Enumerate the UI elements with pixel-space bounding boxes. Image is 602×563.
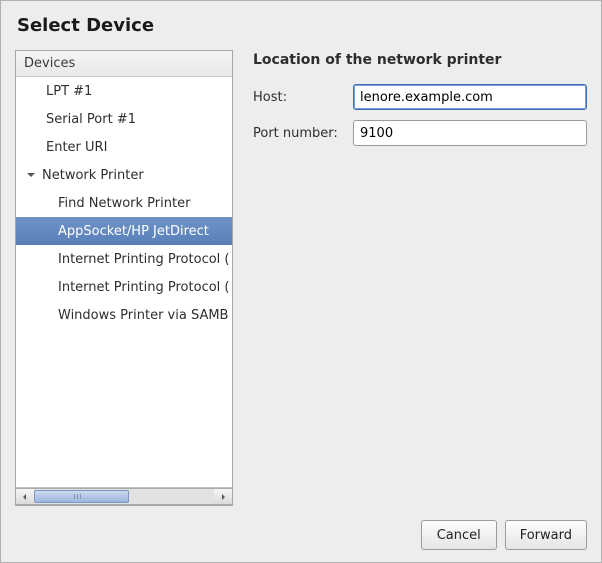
device-item-lpt1[interactable]: LPT #1 (16, 77, 232, 105)
device-item-serial1[interactable]: Serial Port #1 (16, 105, 232, 133)
device-item-label: Windows Printer via SAMB (58, 308, 228, 323)
device-item-label: Internet Printing Protocol ( (58, 280, 229, 295)
devices-tree: Devices LPT #1 Serial Port #1 Enter URI (15, 50, 233, 506)
device-item-label: Network Printer (42, 168, 144, 183)
device-item-find-network-printer[interactable]: Find Network Printer (16, 189, 232, 217)
device-item-network-printer[interactable]: Network Printer (16, 161, 232, 189)
cancel-button[interactable]: Cancel (421, 520, 497, 550)
device-item-label: Internet Printing Protocol ( (58, 252, 229, 267)
scroll-left-button[interactable] (16, 488, 34, 505)
port-label: Port number: (253, 126, 353, 141)
select-device-dialog: Select Device Devices LPT #1 Serial Port… (1, 1, 601, 562)
devices-tree-body[interactable]: LPT #1 Serial Port #1 Enter URI Network … (16, 77, 232, 487)
devices-horizontal-scrollbar[interactable] (16, 487, 232, 505)
forward-button[interactable]: Forward (505, 520, 587, 550)
device-item-ipp-1[interactable]: Internet Printing Protocol ( (16, 245, 232, 273)
device-item-enter-uri[interactable]: Enter URI (16, 133, 232, 161)
device-item-appsocket[interactable]: AppSocket/HP JetDirect (16, 217, 232, 245)
device-item-ipp-2[interactable]: Internet Printing Protocol ( (16, 273, 232, 301)
host-input[interactable] (353, 84, 587, 110)
scrollbar-thumb[interactable] (34, 490, 129, 503)
device-item-label: AppSocket/HP JetDirect (58, 224, 209, 239)
port-input[interactable] (353, 120, 587, 146)
device-item-samba[interactable]: Windows Printer via SAMB (16, 301, 232, 329)
scrollbar-track[interactable] (34, 488, 214, 505)
dialog-content: Devices LPT #1 Serial Port #1 Enter URI (15, 50, 587, 506)
device-item-label: Serial Port #1 (46, 112, 136, 127)
device-item-label: Enter URI (46, 140, 107, 155)
device-item-label: Find Network Printer (58, 196, 190, 211)
dialog-title: Select Device (17, 15, 587, 36)
chevron-right-icon (219, 493, 227, 501)
printer-location-panel: Location of the network printer Host: Po… (253, 50, 587, 506)
dialog-footer: Cancel Forward (15, 506, 587, 550)
host-row: Host: (253, 84, 587, 110)
section-title: Location of the network printer (253, 52, 587, 68)
devices-header: Devices (16, 51, 232, 77)
devices-panel: Devices LPT #1 Serial Port #1 Enter URI (15, 50, 233, 506)
device-item-label: LPT #1 (46, 84, 92, 99)
port-row: Port number: (253, 120, 587, 146)
tree-expander-down-icon[interactable] (24, 168, 38, 182)
scroll-right-button[interactable] (214, 488, 232, 505)
chevron-left-icon (21, 493, 29, 501)
host-label: Host: (253, 90, 353, 105)
